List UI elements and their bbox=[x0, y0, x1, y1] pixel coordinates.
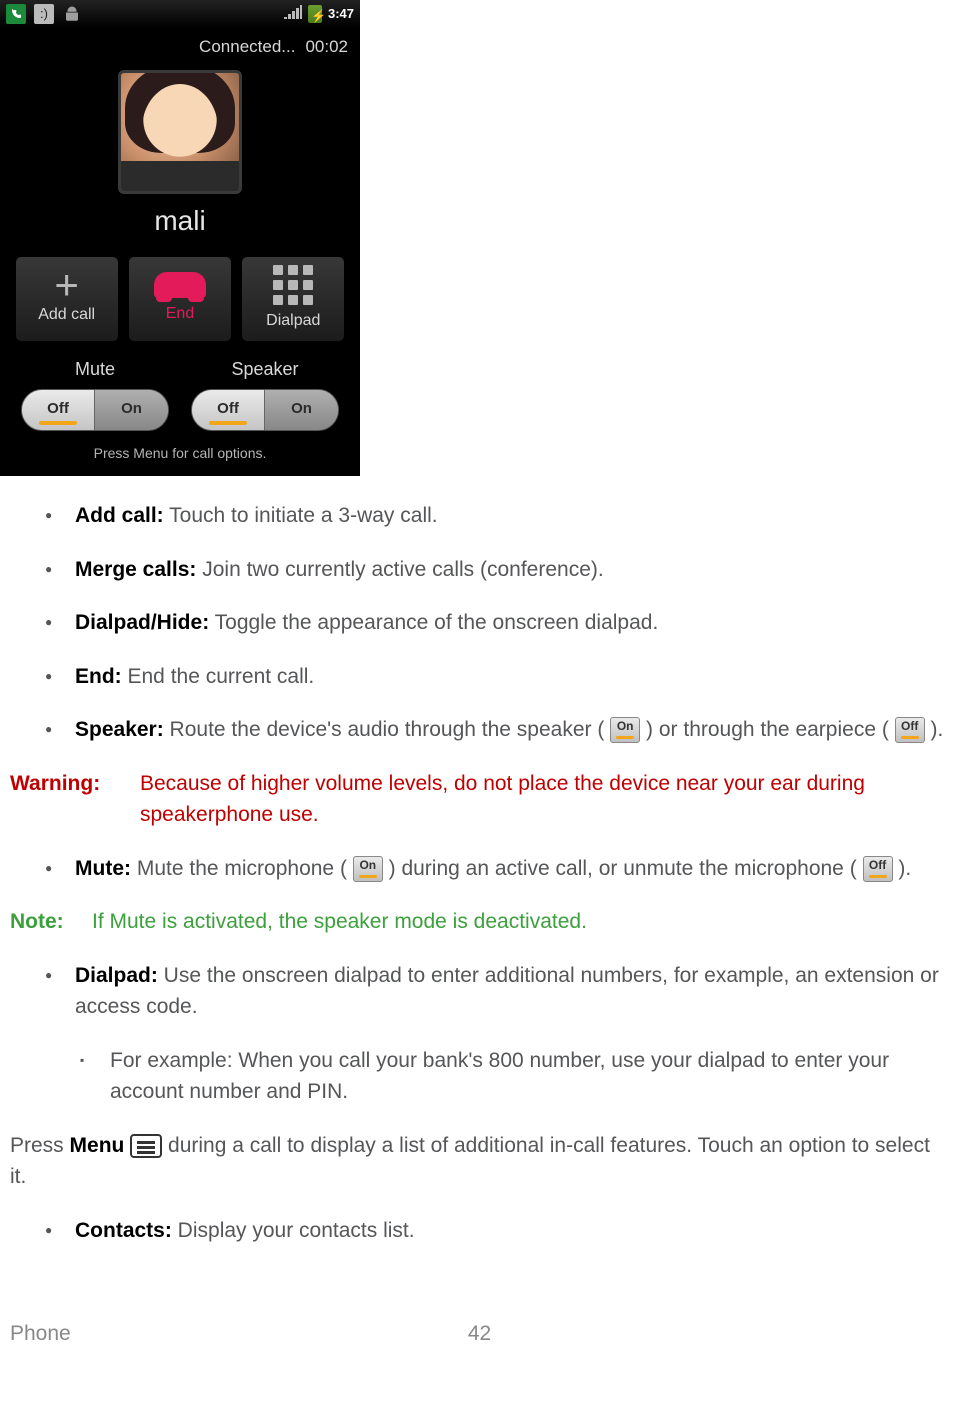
contact-avatar bbox=[118, 70, 242, 194]
speaker-label: Speaker bbox=[231, 356, 298, 389]
footer-section: Phone bbox=[10, 1318, 210, 1350]
menu-icon bbox=[130, 1134, 162, 1158]
end-call-icon bbox=[154, 272, 206, 298]
add-call-button[interactable]: + Add call bbox=[15, 256, 119, 342]
dialpad-icon bbox=[273, 265, 313, 305]
android-icon bbox=[62, 4, 82, 24]
off-icon: Off bbox=[895, 717, 925, 743]
dialpad-button[interactable]: Dialpad bbox=[241, 256, 345, 342]
footer-page: 42 bbox=[210, 1318, 749, 1350]
signal-icon bbox=[284, 4, 302, 25]
list-item: Contacts: Display your contacts list. bbox=[45, 1215, 949, 1269]
connected-status: Connected... 00:02 bbox=[0, 28, 360, 64]
status-bar: :) ⚡ 3:47 bbox=[0, 0, 360, 28]
battery-icon: ⚡ bbox=[308, 5, 322, 23]
end-call-button[interactable]: End bbox=[128, 256, 232, 342]
list-item: Speaker: Route the device's audio throug… bbox=[45, 714, 949, 768]
im-icon: :) bbox=[34, 4, 54, 24]
list-item: Merge calls: Join two currently active c… bbox=[45, 554, 949, 608]
mute-toggle[interactable]: Off On bbox=[21, 389, 169, 431]
status-time: 3:47 bbox=[328, 4, 354, 24]
list-item: Dialpad/Hide: Toggle the appearance of t… bbox=[45, 607, 949, 661]
list-item: Dialpad: Use the onscreen dialpad to ent… bbox=[45, 960, 949, 1045]
speaker-toggle[interactable]: Off On bbox=[191, 389, 339, 431]
mute-label: Mute bbox=[75, 356, 115, 389]
list-item: Mute: Mute the microphone ( On ) during … bbox=[45, 853, 949, 907]
warning: Warning: Because of higher volume levels… bbox=[0, 768, 959, 853]
on-icon: On bbox=[353, 856, 383, 882]
phone-screenshot: :) ⚡ 3:47 Connected... 00:02 mali bbox=[0, 0, 360, 476]
list-sub-item: For example: When you call your bank's 8… bbox=[80, 1045, 949, 1130]
list-item: End: End the current call. bbox=[45, 661, 949, 715]
note: Note: If Mute is activated, the speaker … bbox=[0, 906, 959, 960]
menu-paragraph: Press Menu during a call to display a li… bbox=[0, 1130, 959, 1215]
phone-icon bbox=[6, 4, 26, 24]
menu-hint: Press Menu for call options. bbox=[0, 431, 360, 472]
list-item: Add call: Touch to initiate a 3-way call… bbox=[45, 500, 949, 554]
contact-name: mali bbox=[0, 200, 360, 256]
off-icon: Off bbox=[863, 856, 893, 882]
plus-icon: + bbox=[54, 270, 79, 299]
on-icon: On bbox=[610, 717, 640, 743]
page-footer: Phone 42 bbox=[0, 1268, 959, 1350]
